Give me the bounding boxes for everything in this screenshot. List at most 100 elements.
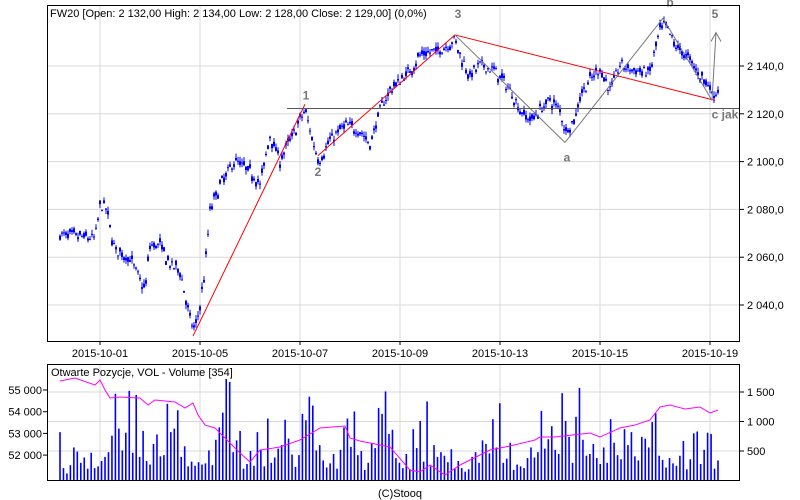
price-bar-body — [71, 230, 73, 232]
price-bar-body — [525, 115, 527, 120]
price-bar-body — [203, 279, 205, 283]
x-tick-label: 2015-10-19 — [682, 348, 738, 360]
price-bar-body — [229, 164, 231, 167]
price-bar-body — [439, 51, 441, 55]
price-bar-body — [363, 135, 365, 137]
y-tick-label: 2 080,0 — [747, 204, 784, 216]
price-bar-body — [207, 233, 209, 235]
price-bar-body — [339, 124, 341, 130]
price-bar-body — [347, 124, 349, 126]
chart-canvas: 1 2 3 a b 5 c jak FW20 [Open: 2 132,00 High: 2… — [8, 0, 783, 500]
price-bar-body — [465, 69, 467, 73]
price-bar-body — [265, 153, 267, 155]
price-bar-body — [417, 52, 419, 57]
price-bar-body — [63, 232, 65, 234]
price-bar-body — [331, 133, 333, 136]
price-bar-body — [379, 105, 381, 107]
axis-ticks: 2015-10-01 2015-10-05 2015-10-07 2015-10-09… — [8, 61, 783, 462]
price-bar-body — [513, 102, 515, 106]
price-bar-body — [475, 69, 477, 72]
price-bar-body — [343, 124, 345, 129]
volume-tick-label: 1 500 — [747, 387, 775, 399]
price-bar-body — [101, 210, 103, 212]
price-bar-body — [477, 62, 479, 65]
price-bar-body — [689, 56, 691, 60]
price-bar-body — [635, 70, 637, 75]
price-bar-body — [199, 306, 201, 311]
price-bar-body — [433, 48, 435, 50]
price-bar-body — [217, 195, 219, 199]
price-bar-body — [117, 255, 119, 257]
price-bar-body — [669, 33, 671, 35]
price-bar-body — [381, 100, 383, 103]
price-bar-body — [407, 67, 409, 69]
price-bar-body — [127, 257, 129, 262]
price-bar-body — [189, 312, 191, 316]
wave-label: c jak — [712, 108, 739, 122]
price-bar-body — [173, 268, 175, 270]
price-bar-body — [125, 257, 127, 261]
volume-panel-frame — [47, 364, 740, 481]
price-bar-body — [471, 73, 473, 78]
price-bar-body — [279, 164, 281, 168]
price-bar-body — [503, 75, 505, 78]
price-bar-body — [79, 230, 81, 235]
price-bar-body — [657, 35, 659, 37]
price-bar-body — [651, 64, 653, 67]
price-bar-body — [375, 125, 377, 129]
price-bar-body — [161, 244, 163, 250]
wave-annotations: 1 2 3 a b 5 c jak — [192, 0, 739, 337]
price-bar-body — [409, 71, 411, 73]
price-bar-body — [551, 105, 553, 110]
price-bar-body — [357, 133, 359, 136]
price-bar-body — [479, 61, 481, 63]
price-bar-body — [95, 227, 97, 229]
price-bar-body — [165, 261, 167, 265]
y-tick-label: 2 120,0 — [747, 109, 784, 121]
price-bar-body — [559, 109, 561, 113]
x-tick-label: 2015-10-09 — [372, 348, 428, 360]
price-bar-body — [673, 41, 675, 47]
price-bar-body — [257, 179, 259, 182]
price-bar-body — [637, 70, 639, 72]
price-bar-body — [251, 176, 253, 181]
price-bar-body — [425, 51, 427, 56]
price-bar-body — [253, 178, 255, 181]
price-bar-body — [541, 111, 543, 113]
oi-tick-label: 55 000 — [8, 385, 42, 397]
price-bar-body — [355, 132, 357, 134]
price-bar-body — [569, 129, 571, 133]
y-tick-label: 2 040,0 — [747, 300, 784, 312]
price-bar-body — [169, 266, 171, 268]
price-bar-body — [319, 162, 321, 165]
price-bar-body — [113, 243, 115, 245]
price-bars — [59, 16, 719, 331]
price-bar-body — [385, 99, 387, 101]
price-bar-body — [661, 25, 663, 29]
price-bar-body — [227, 167, 229, 169]
wave-label: 3 — [455, 7, 462, 21]
price-bar-body — [197, 315, 199, 317]
price-bar-body — [307, 120, 309, 122]
price-bar-body — [565, 127, 567, 132]
price-bar-body — [89, 238, 91, 240]
price-panel-frame — [47, 5, 740, 342]
price-bar-body — [441, 52, 443, 54]
price-bar-body — [627, 64, 629, 68]
price-bar-body — [159, 238, 161, 243]
price-bar-body — [205, 251, 207, 255]
price-bar-body — [419, 54, 421, 56]
wave-line — [454, 34, 566, 143]
price-bar-body — [131, 255, 133, 260]
price-bar-body — [209, 206, 211, 209]
price-bar-body — [511, 96, 513, 99]
price-bar-body — [415, 63, 417, 67]
price-bar-body — [655, 41, 657, 47]
price-bar-body — [283, 152, 285, 155]
price-bar-body — [135, 267, 137, 269]
price-bar-body — [323, 155, 325, 159]
price-bar-body — [65, 232, 67, 235]
price-bar-body — [273, 141, 275, 147]
price-bar-body — [401, 74, 403, 79]
price-bar-body — [275, 147, 277, 152]
